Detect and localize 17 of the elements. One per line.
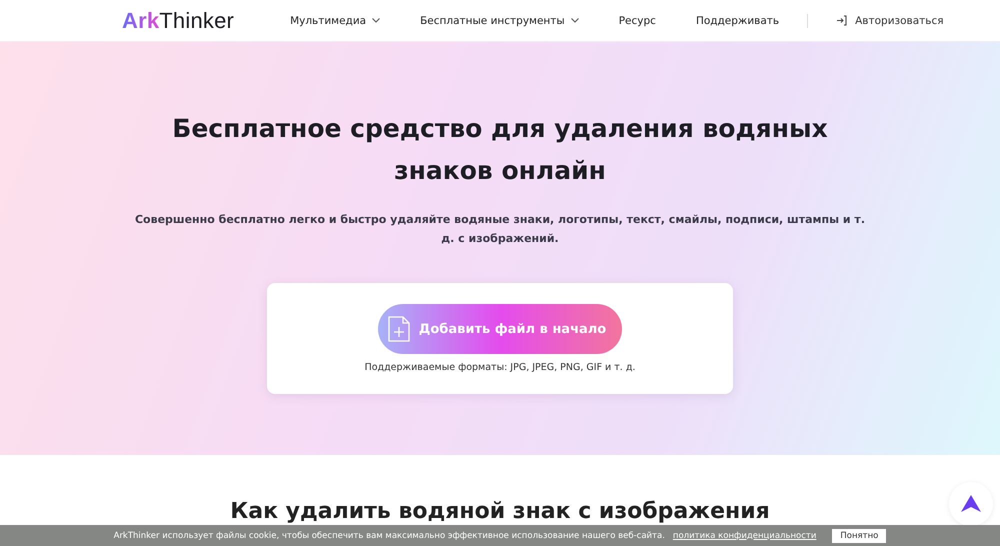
privacy-link[interactable]: политика конфиденциальности (672, 530, 816, 540)
page-title: Бесплатное средство для удаления водяных знаков онлайн (171, 113, 829, 187)
login-icon (836, 15, 848, 26)
back-to-top-button[interactable] (949, 482, 993, 526)
nav-item[interactable]: Мультимедиа (290, 14, 380, 26)
nav-item[interactable]: Бесплатные инструменты (420, 14, 579, 26)
section-title: Как удалить водяной знак с изображения (230, 499, 770, 525)
nav-item[interactable]: Ресурс (618, 14, 656, 26)
nav-item[interactable]: Поддерживать (696, 14, 780, 26)
formats-note: Поддерживаемые форматы: JPG, JPEG, PNG, GIF и т. д. (364, 362, 636, 373)
subtitle: Совершенно бесплатно легко и быстро удаляйте водяные знаки, логотипы, текст, смайлы, подписи, штампы и т. д. с изображений. (134, 212, 866, 247)
arrow-up-icon (961, 495, 981, 513)
accept-button[interactable]: Понятно (832, 528, 886, 542)
cookie-text: ArkThinker использует файлы cookie, чтобы обеспечить вам максимально эффективное использование нашего веб-сайта. (114, 530, 665, 540)
logo[interactable]: ArkThinker (122, 8, 234, 34)
login-link[interactable]: Авторизоваться (836, 14, 944, 26)
add-file-icon (388, 316, 410, 342)
